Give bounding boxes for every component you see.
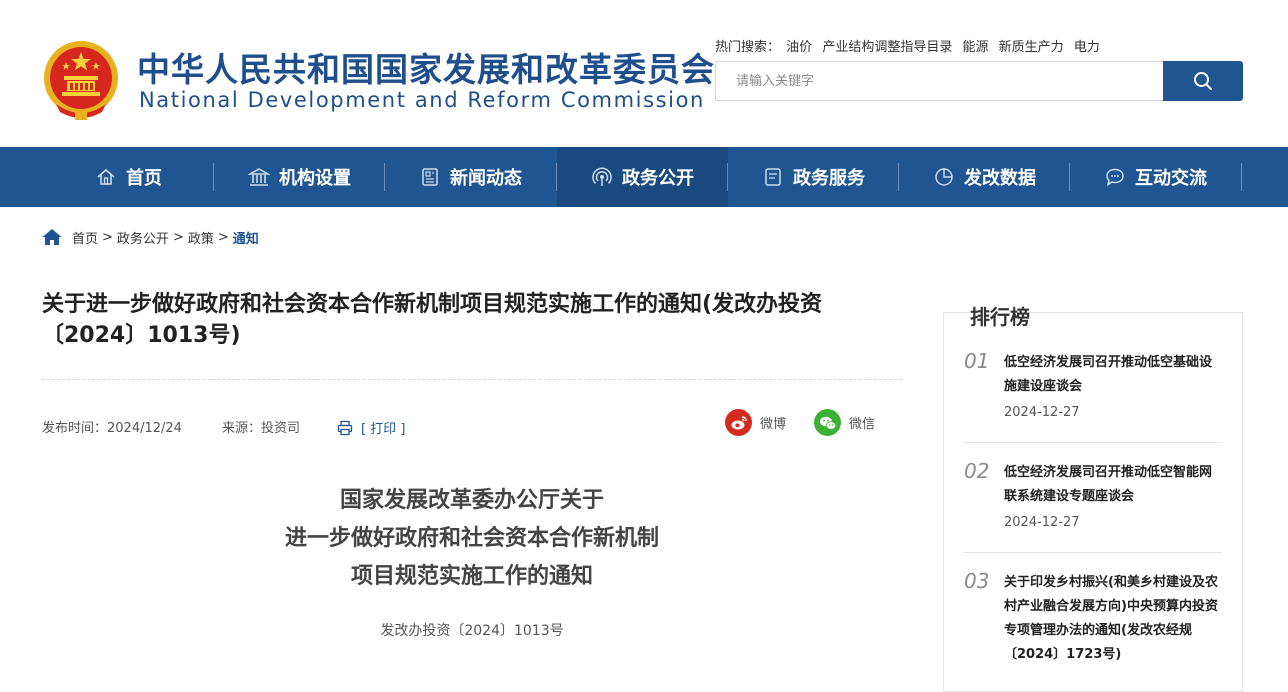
ranking-divider (964, 442, 1222, 443)
nav-item-label: 机构设置 (279, 168, 351, 189)
hot-search-bar: 热门搜索： 油价 产业结构调整指导目录 能源 新质生产力 电力 (715, 36, 1106, 55)
breadcrumb-link[interactable]: 政策 (188, 228, 214, 247)
nav-item-institution[interactable]: 机构设置 (214, 147, 385, 207)
share-weibo-label: 微博 (760, 417, 787, 432)
nav-item-data[interactable]: 发改数据 (899, 147, 1070, 207)
print-label: [ 打印 ] (361, 422, 406, 437)
document-icon (762, 166, 784, 188)
breadcrumb: 首页 > 政务公开 > 政策 > 通知 (42, 227, 259, 247)
nav-item-label: 发改数据 (964, 168, 1036, 189)
ranking-item-date: 2024-12-27 (1004, 405, 1080, 420)
nav-item-label: 新闻动态 (450, 168, 522, 189)
article-title: 关于进一步做好政府和社会资本合作新机制项目规范实施工作的通知(发改办投资〔202… (42, 292, 823, 348)
ranking-divider (964, 552, 1222, 553)
nav-item-label: 互动交流 (1135, 168, 1207, 189)
source-label: 来源： (222, 421, 262, 436)
national-emblem-icon[interactable] (42, 38, 120, 122)
nav-item-news[interactable]: 新闻动态 (385, 147, 556, 207)
document-heading: 国家发展改革委办公厅关于 进一步做好政府和社会资本合作新机制 项目规范实施工作的… (42, 482, 902, 596)
source-info: 来源：投资司 (222, 417, 300, 436)
breadcrumb-current[interactable]: 通知 (233, 228, 259, 247)
publish-date: 2024/12/24 (107, 421, 182, 436)
document-heading-line: 进一步做好政府和社会资本合作新机制 (284, 526, 659, 551)
wechat-icon (814, 409, 841, 436)
weibo-icon (725, 409, 752, 436)
hot-search-term[interactable]: 电力 (1074, 40, 1100, 55)
search-icon (1194, 72, 1212, 90)
publish-label: 发布时间： (42, 421, 108, 436)
site-title-en: National Development and Reform Commissi… (139, 88, 705, 112)
ranking-title: 排行榜 (970, 303, 1030, 331)
site-header: 中华人民共和国国家发展和改革委员会 National Development a… (0, 0, 1288, 147)
publish-info: 发布时间：2024/12/24 (42, 417, 182, 436)
chat-icon (1104, 166, 1126, 188)
breadcrumb-separator: > (172, 229, 184, 245)
ranking-panel: 排行榜 01 低空经济发展司召开推动低空基础设施建设座谈会 2024-12-27… (943, 303, 1243, 692)
share-wechat-label: 微信 (849, 417, 876, 432)
news-icon (419, 166, 441, 188)
ranking-number: 03 (964, 569, 990, 593)
hot-search-term[interactable]: 新质生产力 (999, 40, 1064, 55)
ranking-item-title[interactable]: 关于印发乡村振兴(和美乡村建设及农村产业融合发展方向)中央预算内投资专项管理办法… (1004, 571, 1222, 667)
document-number: 发改办投资〔2024〕1013号 (380, 623, 564, 639)
nav-item-home[interactable]: 首页 (43, 147, 214, 207)
nav-item-label: 政务服务 (793, 168, 865, 189)
ranking-item-title[interactable]: 低空经济发展司召开推动低空智能网联系统建设专题座谈会 (1004, 461, 1222, 509)
pie-chart-icon (933, 166, 955, 188)
hot-search-term[interactable]: 油价 (786, 40, 812, 55)
search-button[interactable] (1163, 61, 1243, 101)
breadcrumb-link[interactable]: 政务公开 (117, 228, 169, 247)
search-box (715, 61, 1243, 101)
hot-search-term[interactable]: 能源 (962, 40, 988, 55)
main-nav: 首页 机构设置 新闻动态 政务公开 政务服务 发改数据 互动交流 (0, 147, 1288, 207)
printer-icon (337, 420, 353, 435)
home-icon[interactable] (42, 228, 62, 246)
document-heading-line: 项目规范实施工作的通知 (350, 564, 593, 589)
ranking-item-date: 2024-12-27 (1004, 515, 1080, 530)
breadcrumb-separator: > (102, 229, 113, 245)
print-button[interactable]: [ 打印 ] (337, 418, 405, 437)
nav-item-government-affairs[interactable]: 政务公开 (557, 147, 728, 207)
source-value: 投资司 (261, 421, 301, 436)
home-icon (95, 166, 117, 188)
share-weibo-button[interactable]: 微博 (725, 409, 786, 436)
ranking-item-title[interactable]: 低空经济发展司召开推动低空基础设施建设座谈会 (1004, 351, 1222, 399)
search-input[interactable] (716, 62, 1164, 100)
nav-item-government-services[interactable]: 政务服务 (728, 147, 899, 207)
document-heading-line: 国家发展改革委办公厅关于 (339, 488, 604, 513)
hot-search-term[interactable]: 产业结构调整指导目录 (822, 40, 952, 55)
ranking-number: 02 (964, 459, 990, 483)
broadcast-icon (591, 166, 613, 188)
nav-item-interaction[interactable]: 互动交流 (1070, 147, 1241, 207)
share-wechat-button[interactable]: 微信 (814, 409, 875, 436)
breadcrumb-separator: > (217, 229, 229, 245)
breadcrumb-link[interactable]: 首页 (72, 228, 98, 247)
site-title-cn: 中华人民共和国国家发展和改革委员会 (137, 50, 715, 89)
ranking-number: 01 (964, 349, 990, 373)
nav-item-label: 政务公开 (622, 168, 694, 189)
nav-divider (1241, 163, 1242, 191)
nav-item-label: 首页 (126, 168, 162, 189)
institution-icon (248, 166, 270, 188)
hot-search-label: 热门搜索： (715, 40, 781, 55)
title-divider (42, 379, 902, 380)
